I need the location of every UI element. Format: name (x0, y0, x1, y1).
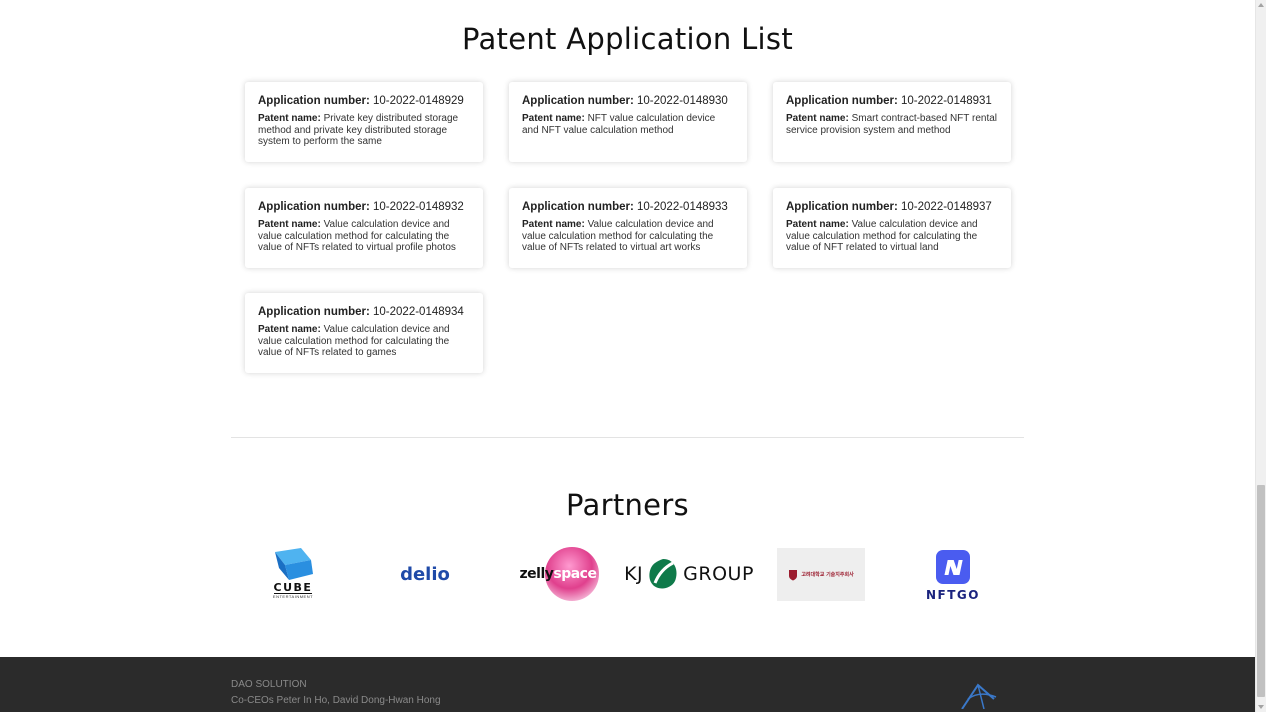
nftgo-wordmark: NFTGO (926, 587, 980, 602)
delio-wordmark: delio (400, 563, 450, 585)
dao-solution-logo-icon[interactable] (958, 683, 998, 709)
cube-entertainment-logo[interactable]: CUBE ENTERTAINMENT (262, 548, 324, 600)
group-wordmark: GROUP (683, 563, 754, 585)
patent-name-label: Patent name: (258, 219, 321, 230)
page: Patent Application List Application numb… (0, 0, 1255, 712)
application-number-label: Application number: (786, 95, 898, 107)
cube-icon (275, 548, 313, 580)
section-divider (231, 437, 1024, 438)
scroll-up-arrow-icon[interactable] (1258, 3, 1264, 7)
application-number-label: Application number: (786, 201, 898, 213)
application-number-value: 10-2022-0148932 (373, 201, 464, 213)
application-number-value: 10-2022-0148930 (637, 95, 728, 107)
application-number: Application number: 10-2022-0148933 (522, 200, 734, 215)
zellyspace-logo[interactable]: zelly space (512, 546, 604, 602)
nftgo-icon (936, 549, 970, 584)
application-number-value: 10-2022-0148931 (901, 95, 992, 107)
space-wordmark: space (553, 566, 597, 582)
patent-name-label: Patent name: (786, 219, 849, 230)
application-number: Application number: 10-2022-0148930 (522, 94, 734, 109)
patent-name-label: Patent name: (258, 324, 321, 335)
footer-company-name: DAO SOLUTION (231, 679, 307, 690)
korea-university-crest-icon (789, 569, 798, 580)
patent-name-label: Patent name: (522, 113, 585, 124)
patent-name: Patent name: Value calculation device an… (258, 324, 470, 359)
patent-card: Application number: 10-2022-0148931 Pate… (773, 82, 1011, 162)
delio-logo[interactable]: delio (385, 548, 465, 600)
cube-subtitle: ENTERTAINMENT (272, 594, 314, 599)
vertical-scrollbar[interactable] (1255, 0, 1266, 712)
patent-name-label: Patent name: (786, 113, 849, 124)
footer: DAO SOLUTION Co-CEOs Peter In Ho, David … (0, 657, 1255, 712)
patent-card: Application number: 10-2022-0148930 Pate… (509, 82, 747, 162)
patent-name: Patent name: NFT value calculation devic… (522, 113, 734, 136)
application-number: Application number: 10-2022-0148934 (258, 305, 470, 320)
application-number-label: Application number: (522, 95, 634, 107)
kj-group-logo[interactable]: KJ GROUP (620, 555, 758, 593)
zelly-wordmark: zelly (519, 566, 554, 582)
scrollbar-thumb[interactable] (1257, 485, 1265, 697)
kj-wordmark: KJ (624, 563, 644, 585)
scroll-down-arrow-icon[interactable] (1258, 705, 1264, 709)
application-number-label: Application number: (258, 306, 370, 318)
patent-card: Application number: 10-2022-0148933 Pate… (509, 188, 747, 268)
application-number: Application number: 10-2022-0148931 (786, 94, 998, 109)
application-number-value: 10-2022-0148929 (373, 95, 464, 107)
korea-university-holdings-logo[interactable]: 고려대학교 기술지주회사 (777, 548, 865, 601)
application-number-value: 10-2022-0148937 (901, 201, 992, 213)
patent-card: Application number: 10-2022-0148932 Pate… (245, 188, 483, 268)
cube-wordmark: CUBE (273, 581, 313, 594)
application-number-label: Application number: (258, 201, 370, 213)
patent-card: Application number: 10-2022-0148934 Pate… (245, 293, 483, 373)
patent-name-label: Patent name: (258, 113, 321, 124)
patent-list-title: Patent Application List (462, 22, 793, 56)
application-number-label: Application number: (258, 95, 370, 107)
footer-ceos: Co-CEOs Peter In Ho, David Dong-Hwan Hon… (231, 695, 441, 706)
application-number: Application number: 10-2022-0148937 (786, 200, 998, 215)
patent-card: Application number: 10-2022-0148929 Pate… (245, 82, 483, 162)
patent-name: Patent name: Private key distributed sto… (258, 113, 470, 148)
application-number: Application number: 10-2022-0148932 (258, 200, 470, 215)
application-number-value: 10-2022-0148933 (637, 201, 728, 213)
patent-name: Patent name: Smart contract-based NFT re… (786, 113, 998, 136)
patent-name: Patent name: Value calculation device an… (522, 219, 734, 254)
partners-title: Partners (566, 488, 689, 522)
korea-university-wordmark: 고려대학교 기술지주회사 (801, 572, 854, 578)
patent-name-label: Patent name: (522, 219, 585, 230)
patent-name: Patent name: Value calculation device an… (786, 219, 998, 254)
application-number-value: 10-2022-0148934 (373, 306, 464, 318)
application-number: Application number: 10-2022-0148929 (258, 94, 470, 109)
application-number-label: Application number: (522, 201, 634, 213)
patent-card: Application number: 10-2022-0148937 Pate… (773, 188, 1011, 268)
kj-leaf-icon (649, 559, 677, 589)
nftgo-logo[interactable]: NFTGO (912, 546, 994, 604)
patent-name: Patent name: Value calculation device an… (258, 219, 470, 254)
